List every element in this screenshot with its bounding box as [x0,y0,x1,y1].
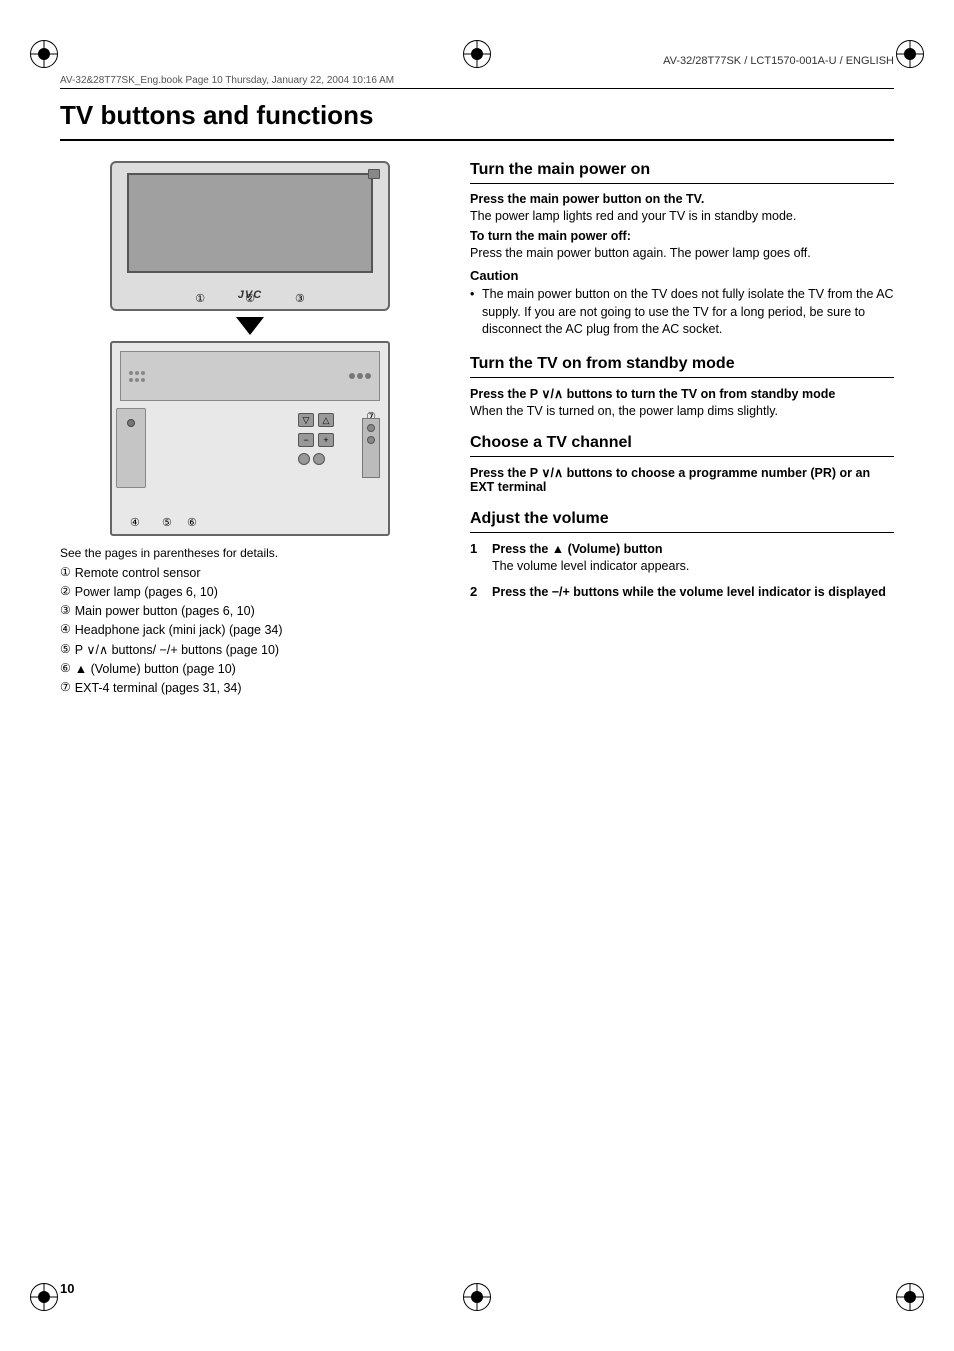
turn-main-power-instruction1-bold: Press the main power button on the TV. [470,192,894,206]
turn-main-power-off-text: Press the main power button again. The p… [470,246,894,260]
step1-content: Press the ▲ (Volume) button The volume l… [492,541,689,576]
page-header: AV-32/28T77SK / LCT1570-001A-U / ENGLISH [663,55,894,67]
tv-power-button-icon [368,169,380,179]
tv-front-diagram: JVC ① ② ③ [100,161,400,311]
caution-bullet: The main power button on the TV does not… [470,286,894,339]
parts-list: See the pages in parentheses for details… [60,546,440,697]
marker-3: ③ [295,292,305,305]
tv-side-casing: ▽ △ − + [110,341,390,536]
volume-step-2: 2 Press the −/+ buttons while the volume… [470,584,894,602]
section-standby-heading: Turn the TV on from standby mode [470,355,894,378]
tv-num-markers-row: ① ② ③ [112,292,388,309]
reg-mark-top-center [463,40,491,68]
section-choose-channel-heading: Choose a TV channel [470,434,894,457]
terminal-port [367,424,375,432]
btn-dot [357,373,363,379]
tv-indicator-area [368,169,380,179]
turn-main-power-off-bold: To turn the main power off: [470,229,894,243]
vol-button [313,453,325,465]
choose-channel-instruction1-bold: Press the P ∨/∧ buttons to choose a prog… [470,465,894,494]
tv-left-indicators [129,371,145,382]
left-column: JVC ① ② ③ [60,161,440,698]
right-column: Turn the main power on Press the main po… [470,161,894,698]
standby-instruction1-bold: Press the P ∨/∧ buttons to turn the TV o… [470,386,894,401]
vol-up-button: + [318,433,334,447]
turn-main-power-instruction1-text: The power lamp lights red and your TV is… [470,209,894,223]
ext4-terminal [362,418,380,478]
step2-content: Press the −/+ buttons while the volume l… [492,584,886,602]
dot [129,371,133,375]
two-column-layout: JVC ① ② ③ [60,161,894,698]
reg-mark-bottom-center [463,1283,491,1311]
step2-number: 2 [470,584,486,599]
tv-casing: JVC ① ② ③ [110,161,390,311]
menu-button-row [298,453,358,465]
part-item-2: ② Power lamp (pages 6, 10) [60,583,440,601]
marker-2: ② [245,292,255,305]
reg-mark-top-right [896,40,924,68]
part-item-3: ③ Main power button (pages 6, 10) [60,602,440,620]
reg-mark-top-left [30,40,58,68]
step1-text: The volume level indicator appears. [492,559,689,573]
part-item-7: ⑦ EXT-4 terminal (pages 31, 34) [60,679,440,697]
btn-dot [349,373,355,379]
caution-heading: Caution [470,268,894,283]
left-side-panel [116,408,146,488]
p-down-button: ▽ [298,413,314,427]
tv-side-diagram: ▽ △ − + [100,341,400,536]
dot [141,378,145,382]
reg-mark-bottom-right [896,1283,924,1311]
marker-1: ① [195,292,205,305]
step1-bold: Press the ▲ (Volume) button [492,542,662,556]
marker-6: ⑥ [187,514,197,529]
section-turn-main-power-heading: Turn the main power on [470,161,894,184]
reg-mark-bottom-left [30,1283,58,1311]
part-item-5: ⑤ P ∨/∧ buttons/ −/+ buttons (page 10) [60,641,440,659]
dot [129,378,133,382]
p-up-button: △ [318,413,334,427]
volume-step-1: 1 Press the ▲ (Volume) button The volume… [470,541,894,576]
menu-button [298,453,310,465]
btn-dot [365,373,371,379]
part-item-1: ① Remote control sensor [60,564,440,582]
p-buttons-row: ▽ △ [298,413,358,427]
arrow-down-container [60,315,440,337]
part-item-6: ⑥ ▲ (Volume) button (page 10) [60,660,440,678]
tv-top-panel [120,351,380,401]
vol-down-button: − [298,433,314,447]
arrow-down-icon [236,317,264,335]
part-item-4: ④ Headphone jack (mini jack) (page 34) [60,621,440,639]
indicator-row1 [129,371,145,375]
section-adjust-volume-heading: Adjust the volume [470,510,894,533]
vol-buttons-row: − + [298,433,358,447]
file-info: AV-32&28T77SK_Eng.book Page 10 Thursday,… [60,75,894,89]
page-content: TV buttons and functions JVC [60,100,894,1271]
step2-bold: Press the −/+ buttons while the volume l… [492,585,886,599]
model-info: AV-32/28T77SK / LCT1570-001A-U / ENGLISH [663,55,894,67]
dot [135,371,139,375]
page-number: 10 [60,1281,74,1296]
button-row [349,373,371,379]
tv-screen [127,173,373,273]
dot [141,371,145,375]
main-buttons-panel: ▽ △ − + [298,413,358,465]
terminal-port [367,436,375,444]
marker-4: ④ [130,514,140,529]
step1-number: 1 [470,541,486,556]
headphone-jack-visual [127,419,135,427]
marker-5: ⑤ [162,514,172,529]
parts-list-intro: See the pages in parentheses for details… [60,546,440,560]
standby-instruction1-text: When the TV is turned on, the power lamp… [470,404,894,418]
indicator-row2 [129,378,145,382]
tv-right-buttons [349,373,371,379]
dot [135,378,139,382]
page-title: TV buttons and functions [60,100,894,141]
